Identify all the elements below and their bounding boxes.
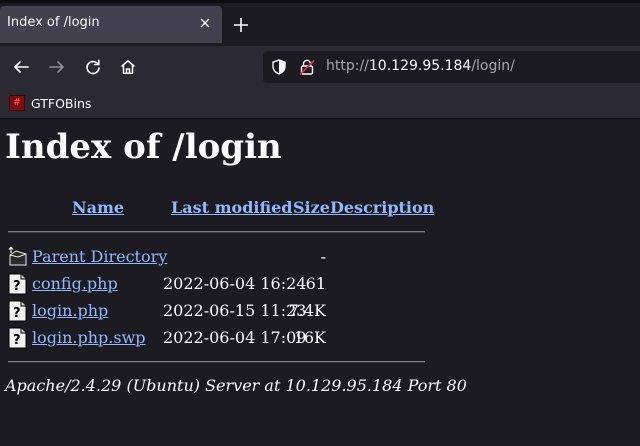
column-header-name[interactable]: Name bbox=[72, 198, 124, 217]
tab-strip: Index of /login bbox=[0, 0, 640, 47]
url-scheme: http:// bbox=[326, 58, 369, 74]
window-top-edge bbox=[0, 0, 640, 3]
file-icon: ? bbox=[8, 327, 28, 349]
table-divider-bottom bbox=[8, 361, 425, 363]
reload-icon[interactable] bbox=[81, 55, 105, 79]
table-divider-top bbox=[8, 231, 425, 233]
address-bar[interactable]: http://10.129.95.184/login/ bbox=[263, 51, 640, 83]
page-content: Index of /login Name Last modified Size … bbox=[0, 119, 640, 446]
url-host: 10.129.95.184 bbox=[368, 58, 472, 74]
column-header-size[interactable]: Size bbox=[293, 198, 330, 217]
forward-arrow-icon[interactable] bbox=[45, 55, 69, 79]
entry-size: 61 bbox=[305, 274, 326, 293]
navigation-toolbar: http://10.129.95.184/login/ bbox=[0, 46, 640, 88]
file-icon: ? bbox=[8, 300, 28, 322]
bookmark-gtfobins[interactable]: # GTFOBins bbox=[9, 95, 91, 111]
tab-active[interactable]: Index of /login bbox=[0, 6, 222, 43]
insecure-lock-icon[interactable] bbox=[299, 59, 315, 76]
close-icon[interactable] bbox=[196, 14, 214, 32]
table-row: ? login.php.swp 2022-06-04 17:09 16K bbox=[0, 327, 640, 351]
table-row: ? config.php 2022-06-04 16:24 61 bbox=[0, 273, 640, 297]
column-header-last-modified[interactable]: Last modified bbox=[171, 198, 292, 217]
column-header-description[interactable]: Description bbox=[330, 198, 434, 217]
url-path: /login/ bbox=[471, 58, 515, 74]
new-tab-icon[interactable] bbox=[230, 14, 252, 36]
back-folder-icon bbox=[8, 246, 28, 268]
svg-text:?: ? bbox=[13, 333, 21, 348]
file-icon: ? bbox=[8, 273, 28, 295]
entry-link-login-php[interactable]: login.php bbox=[32, 301, 108, 320]
svg-text:?: ? bbox=[13, 279, 21, 294]
entry-size: - bbox=[320, 247, 326, 266]
svg-text:?: ? bbox=[13, 306, 21, 321]
table-row: ? login.php 2022-06-15 11:23 7.4K bbox=[0, 300, 640, 324]
entry-link-config-php[interactable]: config.php bbox=[32, 274, 118, 293]
bookmark-label: GTFOBins bbox=[31, 95, 92, 111]
url-text[interactable]: http://10.129.95.184/login/ bbox=[326, 58, 515, 74]
entry-size: 16K bbox=[293, 328, 326, 347]
table-row: Parent Directory - bbox=[0, 246, 640, 270]
back-arrow-icon[interactable] bbox=[9, 55, 33, 79]
entry-link-login-php-swp[interactable]: login.php.swp bbox=[32, 328, 146, 347]
tab-title: Index of /login bbox=[7, 15, 100, 30]
entry-size: 7.4K bbox=[288, 301, 326, 320]
entry-link-parent-directory[interactable]: Parent Directory bbox=[32, 247, 167, 266]
gtfobins-favicon-icon: # bbox=[9, 95, 25, 111]
bookmarks-toolbar: # GTFOBins bbox=[0, 88, 640, 119]
shield-icon[interactable] bbox=[271, 59, 287, 75]
home-icon[interactable] bbox=[116, 55, 140, 79]
server-signature: Apache/2.4.29 (Ubuntu) Server at 10.129.… bbox=[5, 376, 467, 395]
page-title: Index of /login bbox=[5, 127, 282, 167]
